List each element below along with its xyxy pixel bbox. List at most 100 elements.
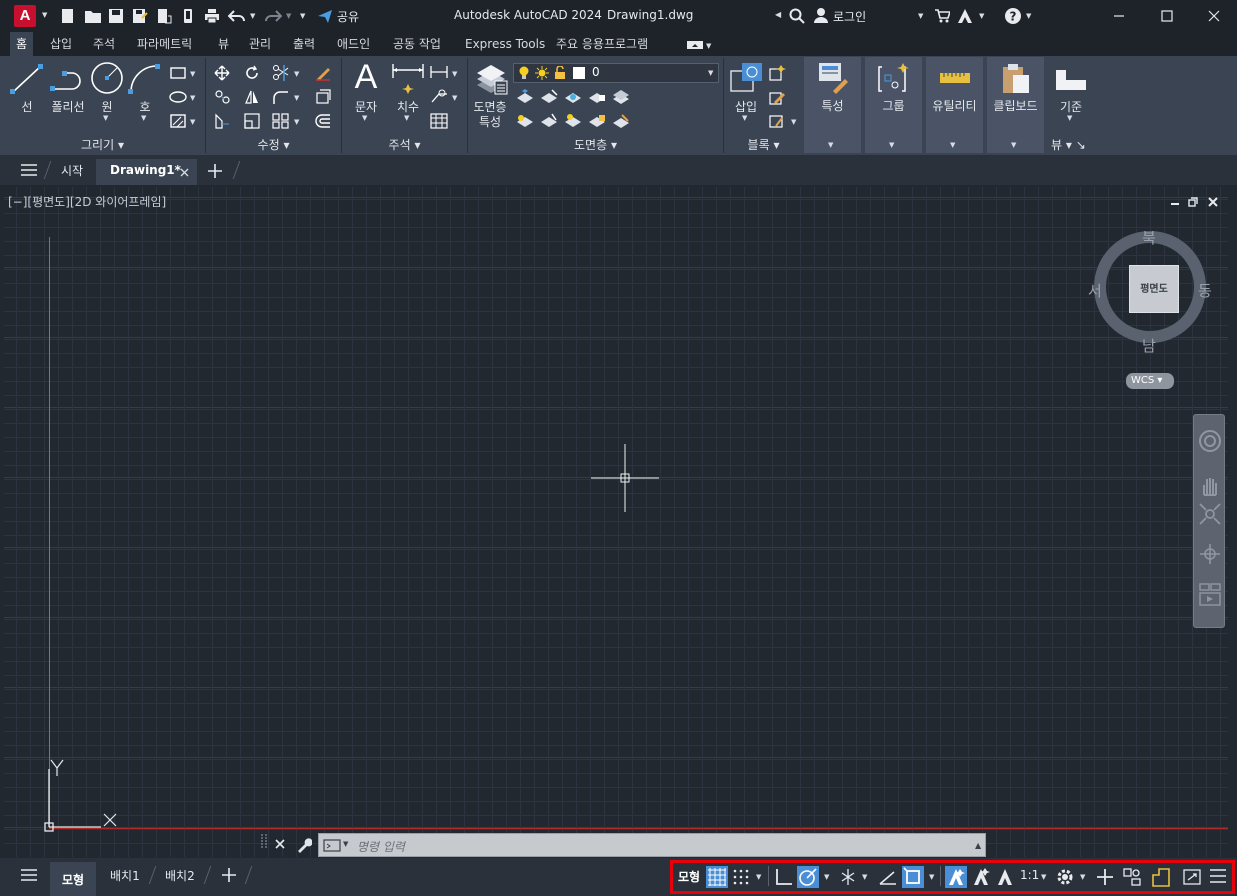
undo-icon[interactable] [228, 9, 246, 23]
edit-block-icon[interactable] [768, 88, 786, 106]
leader-dropdown-icon[interactable]: ▼ [452, 94, 457, 102]
tab-view[interactable]: 뷰 [212, 32, 235, 56]
dimension-label[interactable]: 치수 [390, 98, 426, 115]
tab-manage[interactable]: 관리 [243, 32, 277, 56]
dimension-dropdown-icon[interactable]: ▼ [404, 114, 409, 122]
share-label[interactable]: 공유 [337, 8, 359, 25]
grid-display-icon[interactable] [706, 866, 728, 888]
model-space-toggle[interactable]: 모형 [678, 868, 700, 885]
command-customize-wrench-icon[interactable] [296, 837, 312, 853]
layer-properties-label-2[interactable]: 특성 [468, 113, 512, 130]
ribbon-minimize-icon[interactable] [687, 41, 703, 49]
autodesk-app-icon[interactable] [956, 8, 974, 24]
circle-label[interactable]: 원 [90, 98, 124, 115]
command-prompt-icon[interactable] [323, 839, 341, 852]
maximize-icon[interactable] [1161, 10, 1173, 22]
mirror-icon[interactable] [244, 89, 260, 105]
tab-insert[interactable]: 삽입 [44, 32, 78, 56]
tab-addins[interactable]: 애드인 [331, 32, 376, 56]
insert-block-icon[interactable] [728, 61, 764, 95]
text-label[interactable]: 문자 [348, 98, 384, 115]
arc-icon[interactable] [128, 63, 162, 95]
rotate-icon[interactable] [244, 65, 260, 81]
new-file-icon[interactable] [60, 8, 76, 24]
view-panel-title[interactable]: 뷰 ▾ ↘ [1051, 136, 1093, 152]
arc-label[interactable]: 호 [128, 98, 162, 115]
zoom-extents-icon[interactable] [1198, 502, 1222, 526]
arc-dropdown-icon[interactable]: ▼ [141, 114, 146, 122]
tab-home[interactable]: 홈 [10, 32, 34, 56]
table-icon[interactable] [430, 113, 448, 129]
redo-dropdown-icon[interactable]: ▼ [286, 12, 291, 20]
utilities-group[interactable]: 유틸리티 ▼ [926, 57, 983, 153]
layer-dropdown[interactable]: 0 ▼ [513, 63, 719, 83]
layout1-tab[interactable]: 배치1 [110, 867, 140, 884]
command-line-grip[interactable] [260, 832, 272, 854]
hardware-acceleration-icon[interactable] [1150, 866, 1172, 888]
command-expand-icon[interactable]: ▲ [975, 841, 981, 850]
save-as-icon[interactable] [132, 8, 148, 24]
layer-tool-6-icon[interactable] [516, 113, 534, 128]
command-history-dropdown-icon[interactable]: ▼ [343, 840, 348, 848]
block-attribute-icon[interactable] [768, 112, 786, 130]
search-icon[interactable] [789, 8, 805, 24]
polyline-icon[interactable] [50, 63, 86, 95]
polar-tracking-dropdown-icon[interactable]: ▼ [824, 873, 829, 881]
line-label[interactable]: 선 [10, 98, 44, 115]
properties-group[interactable]: 특성 ▼ [804, 57, 861, 153]
annotation-scale-icon[interactable] [994, 866, 1016, 888]
compass-east[interactable]: 동 [1198, 280, 1212, 301]
isometric-drafting-icon[interactable] [838, 867, 858, 887]
minimize-icon[interactable] [1113, 10, 1125, 22]
layer-tool-2-icon[interactable] [540, 89, 558, 104]
explode-icon[interactable] [314, 88, 332, 106]
text-icon[interactable]: A [351, 58, 381, 96]
compass-south[interactable]: 남 [1142, 335, 1156, 356]
auto-scale-icon[interactable] [970, 866, 992, 888]
showmotion-icon[interactable] [1199, 583, 1221, 607]
workspace-gear-icon[interactable] [1055, 867, 1075, 887]
create-block-icon[interactable] [768, 64, 786, 82]
search-collapse-icon[interactable]: ◀ [775, 10, 781, 19]
app-menu-chevron-icon[interactable]: ▼ [42, 11, 47, 19]
rectangle-icon[interactable] [169, 66, 187, 80]
layers-panel-title[interactable]: 도면층 ▾ [468, 136, 723, 152]
login-label[interactable]: 로그인 [833, 8, 866, 25]
undo-dropdown-icon[interactable]: ▼ [250, 12, 255, 20]
snap-mode-icon[interactable] [732, 868, 750, 886]
redo-icon[interactable] [264, 9, 282, 23]
layer-tool-3-icon[interactable] [564, 89, 582, 104]
object-snap-icon[interactable] [902, 866, 924, 888]
offset-icon[interactable] [314, 113, 332, 129]
stretch-icon[interactable] [214, 113, 230, 129]
annotation-visibility-icon[interactable] [945, 866, 967, 888]
line-icon[interactable] [10, 63, 44, 95]
block-attribute-dropdown-icon[interactable]: ▼ [791, 118, 796, 126]
dimension-icon[interactable] [391, 62, 425, 96]
customization-menu-icon[interactable] [1209, 868, 1227, 884]
clipboard-group[interactable]: 클립보드 ▼ [987, 57, 1044, 153]
base-view-icon[interactable] [1054, 68, 1088, 92]
viewcube-top-face[interactable]: 평면도 [1129, 265, 1179, 313]
move-icon[interactable] [214, 65, 230, 81]
ortho-mode-icon[interactable] [774, 867, 794, 887]
compass-west[interactable]: 서 [1088, 280, 1102, 301]
layer-tool-9-icon[interactable] [588, 113, 606, 128]
layer-tool-5-icon[interactable] [612, 88, 630, 105]
linear-dimension-icon[interactable] [430, 65, 448, 79]
modify-panel-title[interactable]: 수정 ▾ [206, 136, 341, 152]
workspace-dropdown-icon[interactable]: ▼ [1080, 873, 1085, 881]
hatch-icon[interactable] [169, 113, 187, 129]
fillet-dropdown-icon[interactable]: ▼ [294, 94, 299, 102]
annotation-scale-dropdown-icon[interactable]: ▼ [1041, 873, 1046, 881]
model-tab[interactable]: 모형 [50, 862, 96, 896]
ribbon-minimize-dropdown-icon[interactable]: ▼ [706, 42, 711, 50]
scale-icon[interactable] [244, 113, 260, 129]
mobile-share-icon[interactable] [180, 8, 196, 24]
erase-icon[interactable] [314, 64, 332, 82]
publish-web-icon[interactable] [156, 8, 172, 24]
block-panel-title[interactable]: 블록 ▾ [724, 136, 803, 152]
layer-tool-8-icon[interactable] [564, 113, 582, 128]
isometric-dropdown-icon[interactable]: ▼ [862, 873, 867, 881]
groups-group[interactable]: 그룹 ▼ [865, 57, 922, 153]
